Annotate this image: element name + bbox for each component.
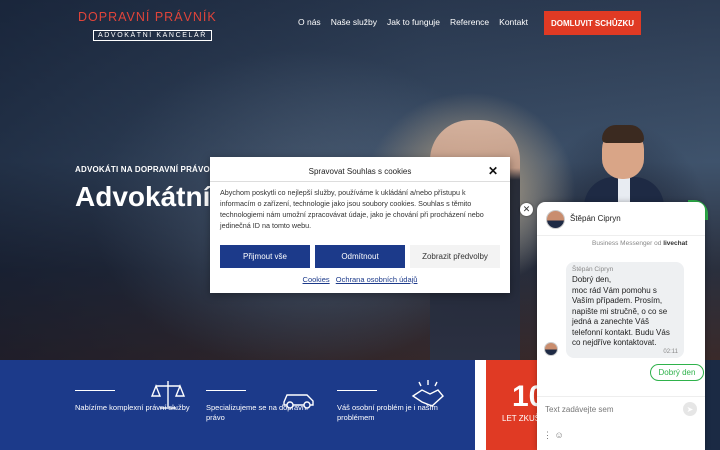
nav-item-how-it-works[interactable]: Jak to funguje [387, 17, 440, 27]
handshake-icon [411, 380, 444, 407]
emoji-icon[interactable]: ☺ [555, 430, 564, 440]
nav-item-about[interactable]: O nás [298, 17, 321, 27]
nav-item-references[interactable]: Reference [450, 17, 489, 27]
reject-button[interactable]: Odmítnout [315, 245, 405, 268]
chat-header: Štěpán Cipryn [537, 202, 705, 236]
chat-agent-name: Štěpán Cipryn [570, 214, 621, 223]
chat-powered-by: Business Messenger od livechat [592, 240, 687, 247]
message-author: Štěpán Cipryn [572, 266, 614, 273]
livechat-brand[interactable]: livechat [663, 240, 687, 247]
cookie-dialog-title: Spravovat Souhlas s cookies [308, 167, 412, 176]
message-time: 02:11 [663, 349, 678, 355]
hero-headline: Advokátní [75, 181, 211, 212]
logo-main-text: DOPRAVNÍ PRÁVNÍK [78, 10, 217, 24]
nav-item-contact[interactable]: Kontakt [499, 17, 528, 27]
logo-sub-text: ADVOKÁTNÍ KANCELÁŘ [93, 30, 212, 41]
cookie-dialog-links: Cookies Ochrana osobních údajů [210, 275, 510, 284]
feature-divider [206, 390, 246, 391]
cookie-dialog-text: Abychom poskytli co nejlepší služby, pou… [220, 188, 484, 230]
lawyer-photo [580, 125, 670, 207]
counter-label: LET ZKUŠ [502, 414, 541, 423]
main-nav: O nás Naše služby Jak to funguje Referen… [298, 17, 528, 27]
message-text: Dobrý den, moc rád Vám pomohu s Vaším př… [572, 275, 670, 347]
show-preferences-button[interactable]: Zobrazit předvolby [410, 245, 500, 268]
more-options-icon[interactable]: ⋮ [543, 430, 552, 440]
site-logo[interactable]: DOPRAVNÍ PRÁVNÍK ADVOKÁTNÍ KANCELÁŘ [78, 10, 223, 42]
chat-close-icon[interactable]: ✕ [520, 203, 533, 216]
cookie-consent-dialog: Spravovat Souhlas s cookies ✕ Abychom po… [210, 157, 510, 293]
avatar [546, 210, 565, 229]
scales-icon [150, 381, 186, 409]
site-header: DOPRAVNÍ PRÁVNÍK ADVOKÁTNÍ KANCELÁŘ O ná… [0, 0, 720, 46]
quick-reply-button[interactable]: Dobrý den [650, 364, 704, 381]
send-icon[interactable]: ➤ [683, 402, 697, 416]
book-meeting-button[interactable]: DOMLUVIT SCHŮZKU [544, 11, 641, 35]
dialog-divider [210, 181, 510, 182]
close-icon[interactable]: ✕ [488, 164, 498, 178]
features-bar: Nabízíme komplexní právní služby Special… [0, 360, 475, 450]
privacy-policy-link[interactable]: Ochrana osobních údajů [336, 275, 418, 284]
nav-item-services[interactable]: Naše služby [331, 17, 377, 27]
chat-message-bubble: Štěpán Cipryn Dobrý den, moc rád Vám pom… [566, 262, 684, 358]
avatar [544, 342, 558, 356]
car-icon [283, 394, 314, 409]
feature-divider [337, 390, 377, 391]
livechat-widget: Štěpán Cipryn Business Messenger od live… [537, 202, 705, 450]
chat-divider [537, 396, 705, 397]
hero-kicker: ADVOKÁTI NA DOPRAVNÍ PRÁVO [75, 165, 210, 174]
chat-message-input[interactable]: Text zadávejte sem [545, 405, 613, 414]
chat-tools: ⋮ ☺ [543, 430, 564, 441]
feature-divider [75, 390, 115, 391]
section-gap [475, 360, 486, 450]
cookies-link[interactable]: Cookies [303, 275, 330, 284]
accept-all-button[interactable]: Přijmout vše [220, 245, 310, 268]
powered-prefix: Business Messenger od [592, 240, 662, 247]
